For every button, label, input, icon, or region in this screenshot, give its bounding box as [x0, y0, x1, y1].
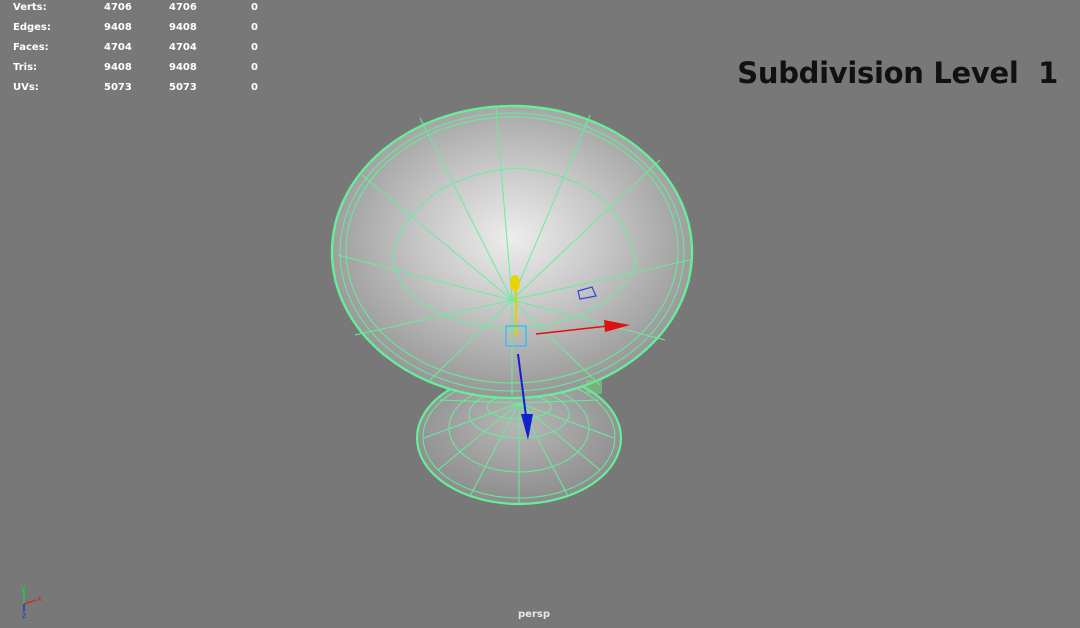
- camera-name-label: persp: [518, 609, 550, 620]
- mesh-bowl[interactable]: [330, 104, 694, 400]
- selected-face-highlight: [586, 380, 602, 394]
- axis-z-label: z: [22, 611, 26, 618]
- axis-y-label: y: [21, 584, 26, 592]
- axis-orientation-icon: x y z: [21, 584, 42, 618]
- axis-x-label: x: [37, 594, 42, 603]
- viewport-canvas[interactable]: [0, 0, 1080, 628]
